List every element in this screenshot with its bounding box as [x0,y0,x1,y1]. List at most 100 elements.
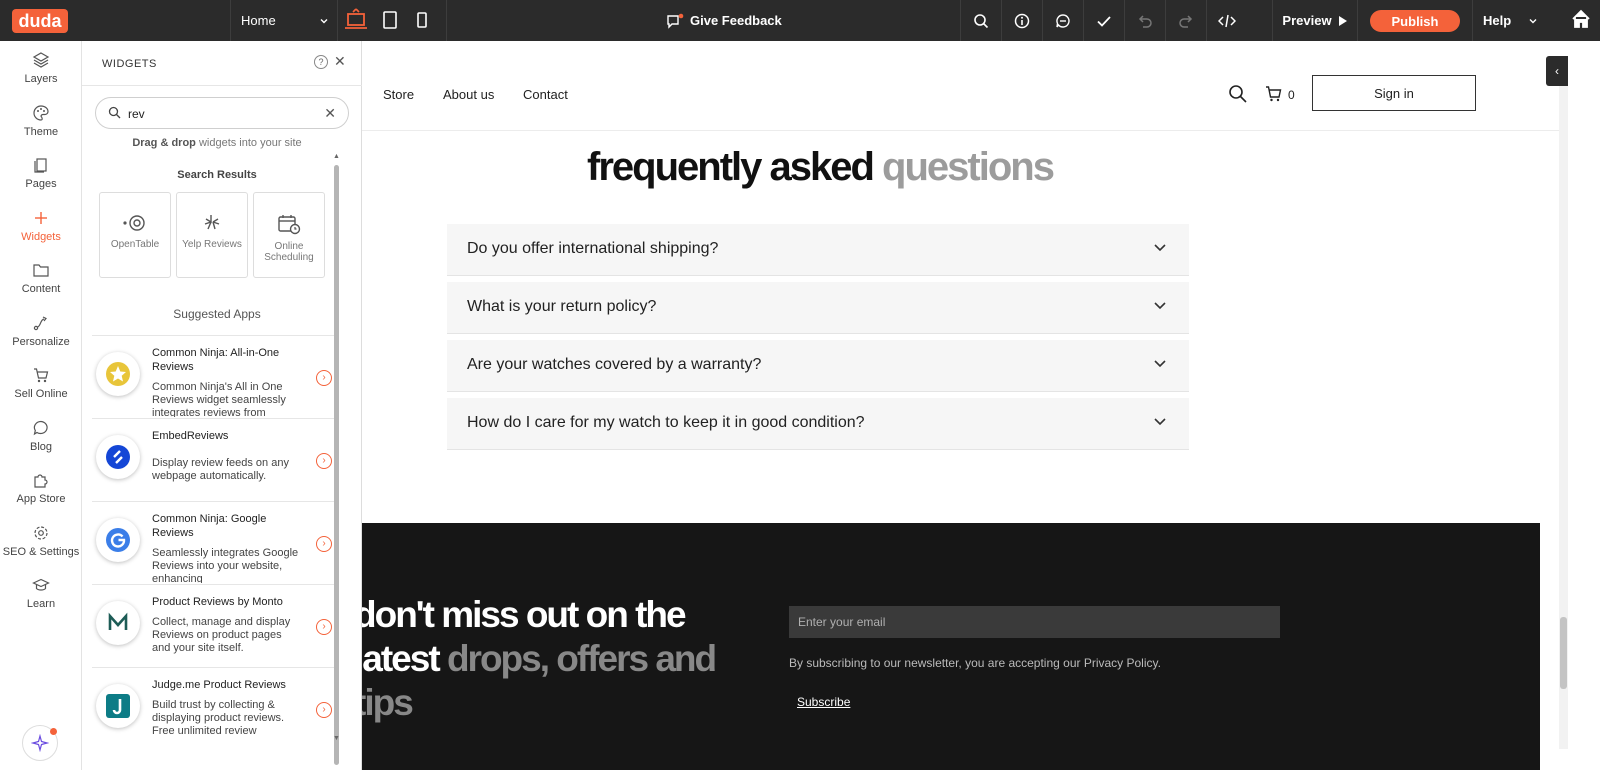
arrow-right-icon[interactable]: › [316,536,332,552]
faq-question: Are your watches covered by a warranty? [467,356,762,373]
arrow-right-icon[interactable]: › [316,702,332,718]
subscribe-button[interactable]: Subscribe [797,695,850,709]
widget-card-online-scheduling[interactable]: Online Scheduling [253,192,325,278]
faq-item[interactable]: What is your return policy? [447,282,1189,334]
nav-seo-settings[interactable]: SEO & Settings [0,522,82,572]
arrow-right-icon[interactable]: › [316,619,332,635]
panel-scrollbar[interactable] [334,165,339,765]
nav-label: Content [21,283,61,295]
graduation-cap-icon [32,578,50,591]
drag-drop-hint: Drag & drop widgets into your site [82,137,352,149]
folder-icon [33,264,49,277]
info-icon [1014,13,1029,28]
widget-card-opentable[interactable]: OpenTable [99,192,171,278]
nav-layers[interactable]: Layers [0,49,82,99]
sign-in-button[interactable]: Sign in [1312,75,1476,111]
nav-widgets[interactable]: Widgets [0,207,82,257]
app-name: Common Ninja: All-in-One Reviews [152,347,280,373]
app-name: Product Reviews by Monto [152,596,283,608]
ai-assistant-button[interactable] [22,725,58,761]
nav-personalize[interactable]: Personalize [0,312,82,362]
collapse-panel-button[interactable]: ‹ [1546,56,1568,86]
page-selector-label: Home [241,13,276,28]
faq-question: What is your return policy? [467,298,657,315]
nav-content[interactable]: Content [0,259,82,309]
help-icon[interactable]: ? [314,55,328,69]
app-description: Common Ninja's All in One Reviews widget… [152,381,286,417]
editor-left-nav: Layers Theme Pages Widgets Content Perso… [0,41,82,770]
site-header: Store About us Contact 0 Sign in [362,59,1568,131]
app-item[interactable]: EmbedReviews Display review feeds on any… [92,418,336,500]
app-item[interactable]: Product Reviews by Monto Collect, manage… [92,584,336,666]
app-item[interactable]: Common Ninja: Google Reviews Seamlessly … [92,501,336,583]
nav-sell-online[interactable]: Sell Online [0,364,82,414]
search-icon[interactable] [1228,84,1248,104]
nav-pages[interactable]: Pages [0,154,82,204]
search-button[interactable] [960,0,1000,41]
search-input[interactable] [128,104,308,124]
preview-button[interactable]: Preview [1272,0,1358,41]
nav-label: Widgets [21,231,61,243]
page-selector[interactable]: Home [230,0,338,41]
nav-app-store[interactable]: App Store [0,469,82,519]
site-nav-store[interactable]: Store [383,87,414,102]
scroll-down-arrow[interactable]: ▼ [333,735,340,742]
comments-button[interactable] [1042,0,1082,41]
faq-item[interactable]: Are your watches covered by a warranty? [447,340,1189,392]
feedback-icon [667,13,684,29]
code-button[interactable] [1206,0,1246,41]
canvas-scrollbar[interactable] [1560,617,1567,689]
faq-item[interactable]: Do you offer international shipping? [447,224,1189,276]
widget-card-label: Yelp Reviews [182,239,242,250]
search-icon [973,13,988,28]
play-icon [1338,15,1347,26]
mobile-view-button[interactable] [410,6,434,34]
site-nav-contact[interactable]: Contact [523,87,568,102]
nav-theme[interactable]: Theme [0,102,82,152]
help-menu[interactable]: Help [1472,0,1546,41]
widgets-panel: WIDGETS ? ✕ ✕ Drag & drop widgets into y… [82,41,362,770]
yelp-icon [204,215,220,230]
chat-bubble-icon [33,420,48,436]
nav-blog[interactable]: Blog [0,417,82,467]
redo-button[interactable] [1165,0,1205,41]
opentable-icon [123,215,145,231]
app-description: Collect, manage and display Reviews on p… [152,616,291,654]
right-edge-bar [1568,41,1600,770]
app-name: Judge.me Product Reviews [152,679,286,691]
give-feedback-button[interactable]: Give Feedback [666,0,782,41]
app-item[interactable]: Judge.me Product Reviews Build trust by … [92,667,336,749]
suggested-apps-title: Suggested Apps [173,307,261,321]
nav-label: Sell Online [14,388,68,400]
app-item[interactable]: Common Ninja: All-in-One Reviews Common … [92,335,336,417]
nav-label: Theme [23,126,59,138]
cart-icon[interactable] [1265,85,1283,103]
chevron-down-icon [1154,418,1166,426]
desktop-view-button[interactable] [344,6,368,34]
arrow-right-icon[interactable]: › [316,370,332,386]
nav-learn[interactable]: Learn [0,574,82,624]
checkmark-icon [1096,15,1111,27]
scroll-up-arrow[interactable]: ▲ [333,153,340,160]
email-field[interactable]: Enter your email [789,606,1280,638]
widget-card-yelp-reviews[interactable]: Yelp Reviews [176,192,248,278]
panel-title: WIDGETS [102,58,157,70]
sparkle-icon [31,734,49,752]
undo-button[interactable] [1124,0,1164,41]
publish-button[interactable]: Publish [1370,10,1460,32]
chevron-down-icon [1154,302,1166,310]
nav-label: Personalize [12,336,70,348]
close-icon[interactable]: ✕ [334,53,346,70]
home-icon[interactable] [1570,8,1592,30]
checklist-button[interactable] [1083,0,1123,41]
tablet-view-button[interactable] [378,6,402,34]
divider [82,85,362,86]
info-button[interactable] [1001,0,1041,41]
site-nav-about[interactable]: About us [443,87,494,102]
widget-search[interactable]: ✕ [95,97,349,129]
plus-icon [35,212,47,224]
faq-item[interactable]: How do I care for my watch to keep it in… [447,398,1189,450]
arrow-right-icon[interactable]: › [316,453,332,469]
duda-logo[interactable]: duda [12,9,68,33]
clear-search-icon[interactable]: ✕ [324,105,336,122]
